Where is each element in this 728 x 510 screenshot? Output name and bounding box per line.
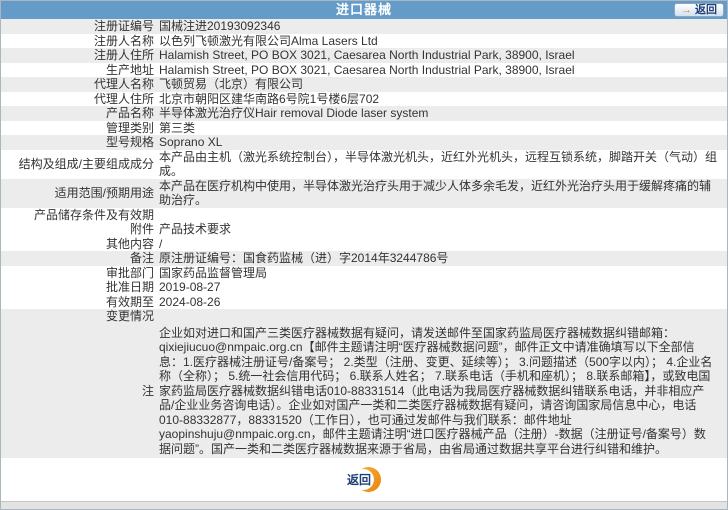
table-row-approval-department: 审批部门 国家药品监督管理局	[1, 265, 727, 280]
row-label: 型号规格	[105, 135, 154, 149]
row-label: 注册证编号	[93, 19, 154, 33]
table-row-production-address: 生产地址 Halamish Street, PO BOX 3021, Caesa…	[1, 62, 727, 77]
row-value: 2019-08-27	[159, 280, 221, 294]
table-row-structure-composition: 结构及组成/主要组成成分 本产品由主机（激光系统控制台），半导体激光机头，近红外…	[1, 149, 727, 179]
page-header: 进口器械 → 返回	[1, 1, 727, 19]
row-value	[159, 208, 727, 223]
back-button[interactable]: → 返回	[674, 3, 724, 17]
row-label: 产品名称	[105, 106, 154, 120]
row-label: 代理人名称	[93, 77, 154, 91]
footer: 返回	[1, 458, 727, 501]
table-row-change-status: 变更情况	[1, 309, 727, 324]
return-button-label: 返回	[346, 473, 371, 487]
row-label: 附件	[129, 222, 154, 236]
row-label: 生产地址	[105, 62, 154, 77]
table-row-expiry-date: 有效期至 2024-08-26	[1, 294, 727, 309]
import-device-detail-page: 进口器械 → 返回 注册证编号 国械注进20193092346 注册人名称 以色…	[0, 0, 728, 510]
row-value: 产品技术要求	[159, 222, 232, 236]
back-arrow-icon: →	[681, 3, 692, 16]
row-label: 其他内容	[105, 236, 154, 251]
row-value: 北京市朝阳区建华南路6号院1号楼6层702	[159, 91, 380, 106]
row-label: 管理类别	[105, 120, 154, 135]
page-title: 进口器械	[335, 2, 392, 17]
table-row-storage-conditions: 产品储存条件及有效期	[1, 207, 727, 223]
table-row-agent-name: 代理人名称 飞顿贸易（北京）有限公司	[1, 77, 727, 92]
table-row-registrant-name: 注册人名称 以色列飞顿激光有限公司Alma Lasers Ltd	[1, 33, 727, 48]
row-label: 批准日期	[105, 280, 154, 294]
row-label: 结构及组成/主要组成成分	[18, 156, 154, 171]
row-value: 本产品在医疗机构中使用，半导体激光治疗头用于减少人体多余毛发，近红外光治疗头用于…	[159, 178, 712, 208]
table-row-management-class: 管理类别 第三类	[1, 120, 727, 135]
table-row-product-name: 产品名称 半导体激光治疗仪Hair removal Diode laser sy…	[1, 106, 727, 121]
row-label: 产品储存条件及有效期	[33, 207, 154, 222]
table-row-agent-address: 代理人住所 北京市朝阳区建华南路6号院1号楼6层702	[1, 91, 727, 106]
row-value: 第三类	[159, 120, 196, 135]
row-value: 国家药品监督管理局	[159, 265, 268, 280]
table-row-remarks: 备注 原注册证编号：国食药监械（进）字2014年3244786号	[1, 251, 727, 266]
row-label: 备注	[129, 251, 154, 265]
row-label: 注册人住所	[93, 48, 154, 62]
back-button-label: 返回	[695, 3, 717, 16]
row-value: 原注册证编号：国食药监械（进）字2014年3244786号	[159, 251, 449, 265]
row-value	[159, 309, 727, 324]
row-label: 适用范围/预期用途	[54, 185, 154, 200]
table-row-registrant-address: 注册人住所 Halamish Street, PO BOX 3021, Caes…	[1, 48, 727, 63]
row-label: 审批部门	[105, 265, 154, 280]
row-value: 飞顿贸易（北京）有限公司	[159, 77, 304, 91]
table-row-note: 注 企业如对进口和国产三类医疗器械数据有疑问，请发送邮件至国家药监局医疗器械数据…	[1, 323, 727, 458]
row-label: 注册人名称	[93, 33, 154, 48]
row-value: Soprano XL	[159, 135, 223, 149]
row-label: 有效期至	[105, 294, 154, 309]
detail-table: 注册证编号 国械注进20193092346 注册人名称 以色列飞顿激光有限公司A…	[1, 19, 727, 458]
row-value: 企业如对进口和国产三类医疗器械数据有疑问，请发送邮件至国家药监局医疗器械数据纠错…	[159, 325, 713, 456]
row-value: Halamish Street, PO BOX 3021, Caesarea N…	[159, 62, 575, 77]
row-label: 变更情况	[105, 309, 154, 323]
row-label: 代理人住所	[93, 91, 154, 106]
row-value: 以色列飞顿激光有限公司Alma Lasers Ltd	[159, 33, 378, 48]
return-button[interactable]: 返回	[347, 467, 381, 492]
table-row-registration-number: 注册证编号 国械注进20193092346	[1, 19, 727, 34]
table-row-other-content: 其他内容 /	[1, 236, 727, 251]
row-value: Halamish Street, PO BOX 3021, Caesarea N…	[159, 48, 575, 62]
row-label: 注	[141, 383, 154, 398]
table-row-attachment: 附件 产品技术要求	[1, 222, 727, 237]
table-row-intended-use: 适用范围/预期用途 本产品在医疗机构中使用，半导体激光治疗头用于减少人体多余毛发…	[1, 178, 727, 208]
row-value: /	[159, 236, 163, 251]
row-value: 半导体激光治疗仪Hair removal Diode laser system	[159, 106, 429, 120]
row-value: 2024-08-26	[159, 294, 221, 309]
table-row-approval-date: 批准日期 2019-08-27	[1, 280, 727, 295]
row-value: 国械注进20193092346	[159, 19, 281, 33]
row-value: 本产品由主机（激光系统控制台），半导体激光机头，近红外光机头，远程互锁系统，脚踏…	[159, 149, 718, 179]
horizontal-scrollbar[interactable]	[1, 501, 727, 509]
table-row-model-spec: 型号规格 Soprano XL	[1, 135, 727, 150]
